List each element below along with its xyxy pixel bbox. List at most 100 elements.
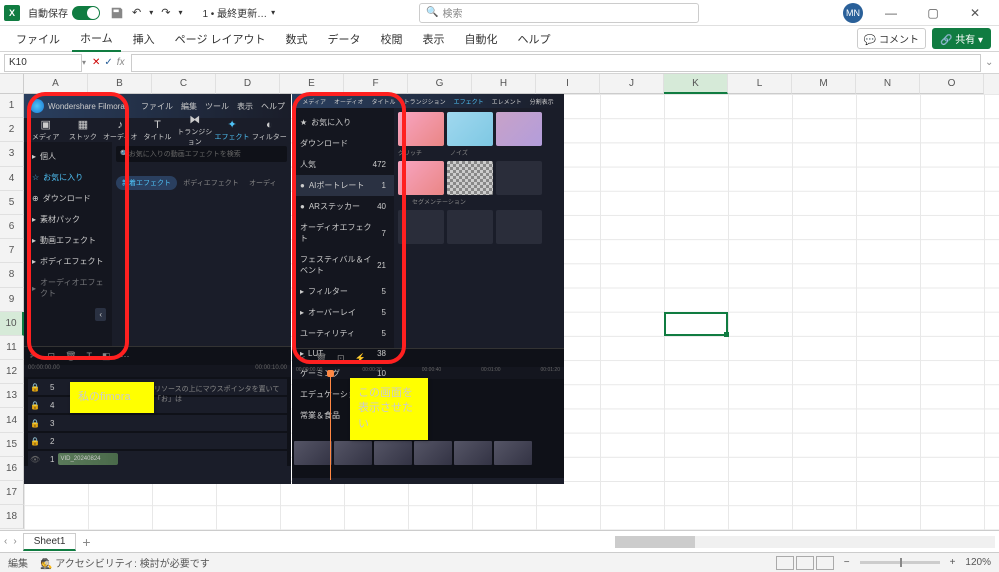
row-header[interactable]: 2: [0, 118, 24, 142]
filmora-side-download[interactable]: ⊕ ダウンロード: [24, 188, 112, 209]
save-icon[interactable]: [110, 6, 124, 20]
filmora-tab-media[interactable]: ▣メディア: [28, 118, 63, 142]
filmora-track[interactable]: 🔒2: [28, 433, 287, 449]
fill-handle[interactable]: [724, 332, 729, 337]
filmora-side-item[interactable]: 人気 472: [292, 154, 394, 175]
column-header[interactable]: O: [920, 74, 984, 94]
ribbon-tab-formulas[interactable]: 数式: [278, 27, 316, 51]
row-header[interactable]: 17: [0, 481, 24, 505]
accessibility-status[interactable]: 🕵 アクセシビリティ: 検討が必要です: [40, 555, 210, 570]
ribbon-tab-home[interactable]: ホーム: [72, 26, 121, 52]
row-header[interactable]: 4: [0, 167, 24, 191]
filmora-pill-new[interactable]: 新着エフェクト: [116, 176, 177, 190]
column-header[interactable]: C: [152, 74, 216, 94]
expand-formula-bar-icon[interactable]: ⌄: [985, 57, 999, 68]
sheet-tab[interactable]: Sheet1: [23, 533, 77, 551]
effect-thumbnail[interactable]: [398, 210, 444, 244]
timeline-clip[interactable]: [494, 441, 532, 465]
fx-icon[interactable]: fx: [117, 57, 125, 68]
filmora-side-item[interactable]: ▸ オーバーレイ 5: [292, 302, 394, 323]
row-header[interactable]: 1: [0, 94, 24, 118]
filmora-menu-tool[interactable]: ツール: [205, 101, 229, 112]
minimize-button[interactable]: —: [877, 6, 905, 20]
timeline-clip[interactable]: [454, 441, 492, 465]
cancel-icon[interactable]: ✕: [92, 57, 100, 68]
ribbon-tab-pagelayout[interactable]: ページ レイアウト: [167, 27, 274, 51]
filmora-side-item[interactable]: ★ お気に入り: [292, 112, 394, 133]
embedded-image-filmora-target[interactable]: メディア オーディオ タイトル トランジション エフェクト エレメント 分割表示…: [292, 94, 564, 484]
user-avatar[interactable]: MN: [843, 3, 863, 23]
confirm-icon[interactable]: ✓: [104, 57, 112, 68]
cell-area[interactable]: Wondershare Filmora ファイル 編集 ツール 表示 ヘルプ ▣…: [24, 94, 999, 530]
cut-icon[interactable]: ✂: [30, 351, 38, 362]
effect-thumbnail[interactable]: [398, 161, 444, 195]
ribbon-tab-file[interactable]: ファイル: [8, 27, 68, 51]
row-header[interactable]: 7: [0, 239, 24, 263]
row-header[interactable]: 18: [0, 505, 24, 529]
effect-thumbnail[interactable]: [496, 112, 542, 146]
search-box[interactable]: 🔍 検索: [419, 3, 699, 23]
comments-button[interactable]: 💬 コメント: [857, 28, 926, 49]
document-title[interactable]: 1 • 最終更新…: [202, 5, 267, 20]
tool-icon[interactable]: ⚡: [355, 353, 366, 364]
autosave-toggle[interactable]: 自動保存: [28, 5, 100, 20]
filmora-clip[interactable]: VID_20240824: [58, 453, 118, 465]
effect-thumbnail[interactable]: [447, 112, 493, 146]
select-all-corner[interactable]: [0, 74, 24, 94]
ribbon-tab-help[interactable]: ヘルプ: [510, 27, 559, 51]
effect-thumbnail[interactable]: [496, 161, 542, 195]
column-header[interactable]: B: [88, 74, 152, 94]
more-icon[interactable]: ⋯: [121, 351, 130, 362]
share-button[interactable]: 🔗 共有 ▾: [932, 28, 991, 49]
row-header[interactable]: 8: [0, 263, 24, 287]
chevron-down-icon[interactable]: ▾: [82, 58, 86, 67]
horizontal-scrollbar[interactable]: [615, 536, 995, 548]
row-header[interactable]: 14: [0, 408, 24, 432]
filmora-side-videoeffect[interactable]: ▸ 動画エフェクト: [24, 230, 112, 251]
filmora-tab-effect[interactable]: ✦エフェクト: [214, 118, 249, 142]
column-header[interactable]: N: [856, 74, 920, 94]
add-sheet-button[interactable]: +: [82, 534, 90, 550]
collapse-icon[interactable]: ‹: [95, 308, 106, 321]
filmora-side-item-aiportrait[interactable]: ● AIポートレート 1: [292, 175, 394, 196]
row-header[interactable]: 13: [0, 384, 24, 408]
chevron-down-icon[interactable]: ▾: [271, 8, 275, 17]
sheet-nav-prev-icon[interactable]: ‹: [4, 536, 7, 547]
filmora-menu-edit[interactable]: 編集: [181, 101, 197, 112]
selected-cell[interactable]: [664, 312, 728, 336]
filmora-tab-audio[interactable]: ♪オーディオ: [103, 119, 138, 142]
column-header[interactable]: E: [280, 74, 344, 94]
text-icon[interactable]: T: [87, 351, 93, 361]
ribbon-tab-automate[interactable]: 自動化: [457, 27, 506, 51]
row-header[interactable]: 5: [0, 191, 24, 215]
filmora-tab-stock[interactable]: ▦ストック: [65, 118, 100, 142]
column-header[interactable]: J: [600, 74, 664, 94]
effect-thumbnail[interactable]: [447, 210, 493, 244]
filmora-tab-filter[interactable]: ◐フィルター: [252, 119, 287, 142]
page-layout-view-button[interactable]: [796, 556, 814, 570]
ribbon-tab-data[interactable]: データ: [320, 27, 369, 51]
filmora-side-audioeffect[interactable]: ▸ オーディオエフェクト: [24, 272, 112, 304]
column-header[interactable]: F: [344, 74, 408, 94]
filmora-timeline-ruler[interactable]: 00:00:00.00 00:00:10.00: [24, 365, 291, 377]
row-header[interactable]: 10: [0, 312, 24, 336]
effect-thumbnail[interactable]: [447, 161, 493, 195]
row-header[interactable]: 12: [0, 360, 24, 384]
maximize-button[interactable]: ▢: [919, 6, 947, 20]
ribbon-tab-view[interactable]: 表示: [415, 27, 453, 51]
column-header[interactable]: G: [408, 74, 472, 94]
filmora-side-item[interactable]: ● ARステッカー 40: [292, 196, 394, 217]
filmora-side-item[interactable]: オーディオエフェクト 7: [292, 217, 394, 249]
zoom-slider[interactable]: [860, 561, 940, 564]
delete-icon[interactable]: 🗑: [65, 351, 76, 362]
zoom-in-button[interactable]: +: [950, 557, 956, 568]
timeline-clip[interactable]: [414, 441, 452, 465]
formula-input[interactable]: [131, 54, 981, 72]
crop-icon[interactable]: ⊡: [48, 351, 56, 362]
zoom-out-button[interactable]: −: [844, 557, 850, 568]
close-button[interactable]: ✕: [961, 6, 989, 20]
column-header[interactable]: I: [536, 74, 600, 94]
redo-icon[interactable]: ↷: [161, 6, 170, 19]
filmora-pill-audio[interactable]: オーディ: [249, 180, 277, 187]
tool-icon[interactable]: ⊡: [337, 353, 345, 364]
